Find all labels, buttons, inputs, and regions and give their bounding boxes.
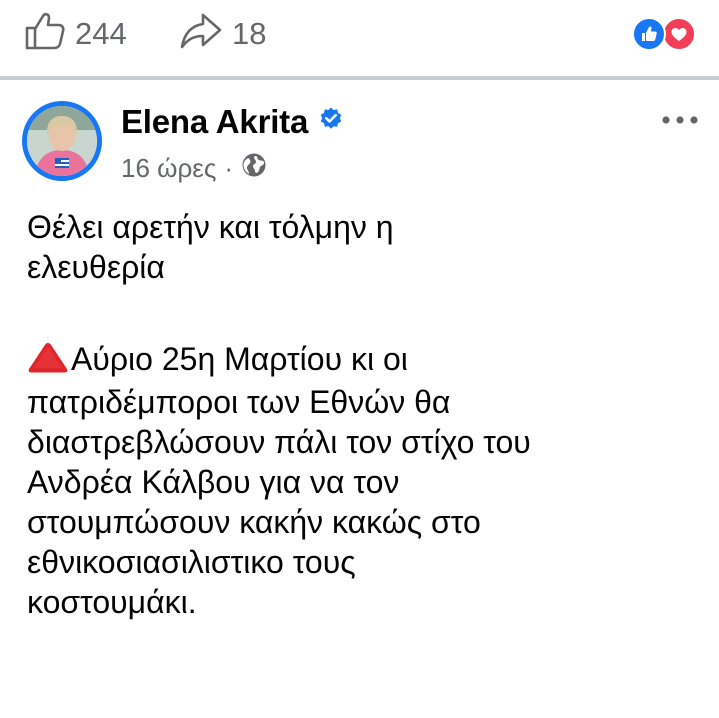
share-count: 18 [232, 15, 267, 51]
author-avatar[interactable] [22, 101, 102, 181]
thumbs-up-icon [24, 11, 66, 56]
verified-badge-icon [318, 106, 344, 137]
meta-separator: · [224, 152, 234, 183]
reactions-summary[interactable] [632, 17, 698, 51]
facebook-post-screen: 244 18 Elena Akrita 16 ώρες · Θέλει αρετ… [0, 0, 719, 718]
post-action-bar: 244 18 [0, 0, 719, 64]
post-text: Θέλει αρετήν και τόλμην η ελευθερία Αύρι… [27, 207, 707, 622]
like-count: 244 [75, 15, 127, 51]
post-paragraph-2: Αύριο 25η Μαρτίου κι οι πατριδέμποροι τω… [27, 339, 707, 622]
globe-icon [241, 152, 267, 185]
post-timestamp[interactable]: 16 ώρες [121, 153, 216, 184]
red-triangle-icon [27, 341, 69, 382]
share-arrow-icon [179, 11, 223, 56]
like-button[interactable]: 244 [24, 11, 127, 56]
post-paragraph-1: Θέλει αρετήν και τόλμην η ελευθερία [27, 209, 394, 285]
love-reaction-icon [662, 17, 696, 51]
profile-photo [27, 106, 97, 176]
share-button[interactable]: 18 [179, 13, 266, 53]
like-reaction-icon [632, 17, 666, 51]
more-options-button[interactable] [660, 110, 700, 130]
post-paragraph-2-text: Αύριο 25η Μαρτίου κι οι πατριδέμποροι τω… [27, 341, 531, 620]
section-divider [0, 76, 719, 80]
author-row: Elena Akrita [121, 101, 344, 141]
author-name[interactable]: Elena Akrita [121, 105, 308, 138]
post-meta: 16 ώρες · [121, 151, 267, 185]
